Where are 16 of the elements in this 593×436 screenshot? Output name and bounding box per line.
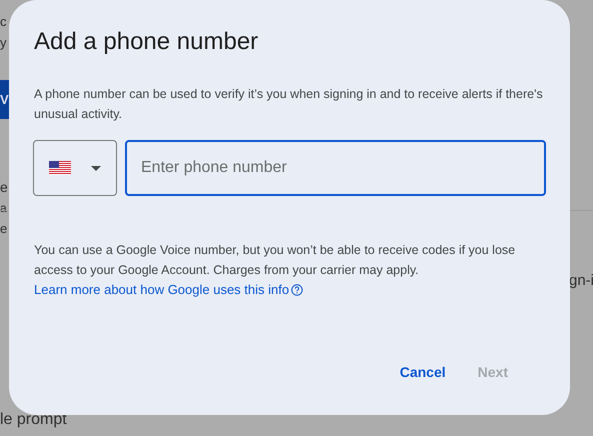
flag-icon [49,161,71,175]
background-text: e [0,221,8,236]
caret-icon [91,166,101,170]
dialog-title: Add a phone number [34,28,260,56]
learn-more-link[interactable]: Learn more about how Google uses this info [34,280,290,300]
background-text: c [0,14,8,29]
background-text: gn-i [569,272,593,289]
background-text: e [0,179,9,195]
background-text: le prompt [0,411,67,429]
country-select[interactable] [33,140,117,196]
note-text: You can use a Google Voice number, but you won’t be able to receive codes if you lose access to your Google Account. Charges from your carrier may apply. [34,242,516,279]
cancel-button[interactable]: Cancel [388,356,458,388]
help-icon[interactable] [291,284,304,296]
phone-field[interactable]: Enter phone number [125,140,546,196]
background-text: y [0,35,8,50]
description: A phone number can be used to verify it’s you when signing in and to receive alerts if there's unusual activity. [34,86,544,123]
